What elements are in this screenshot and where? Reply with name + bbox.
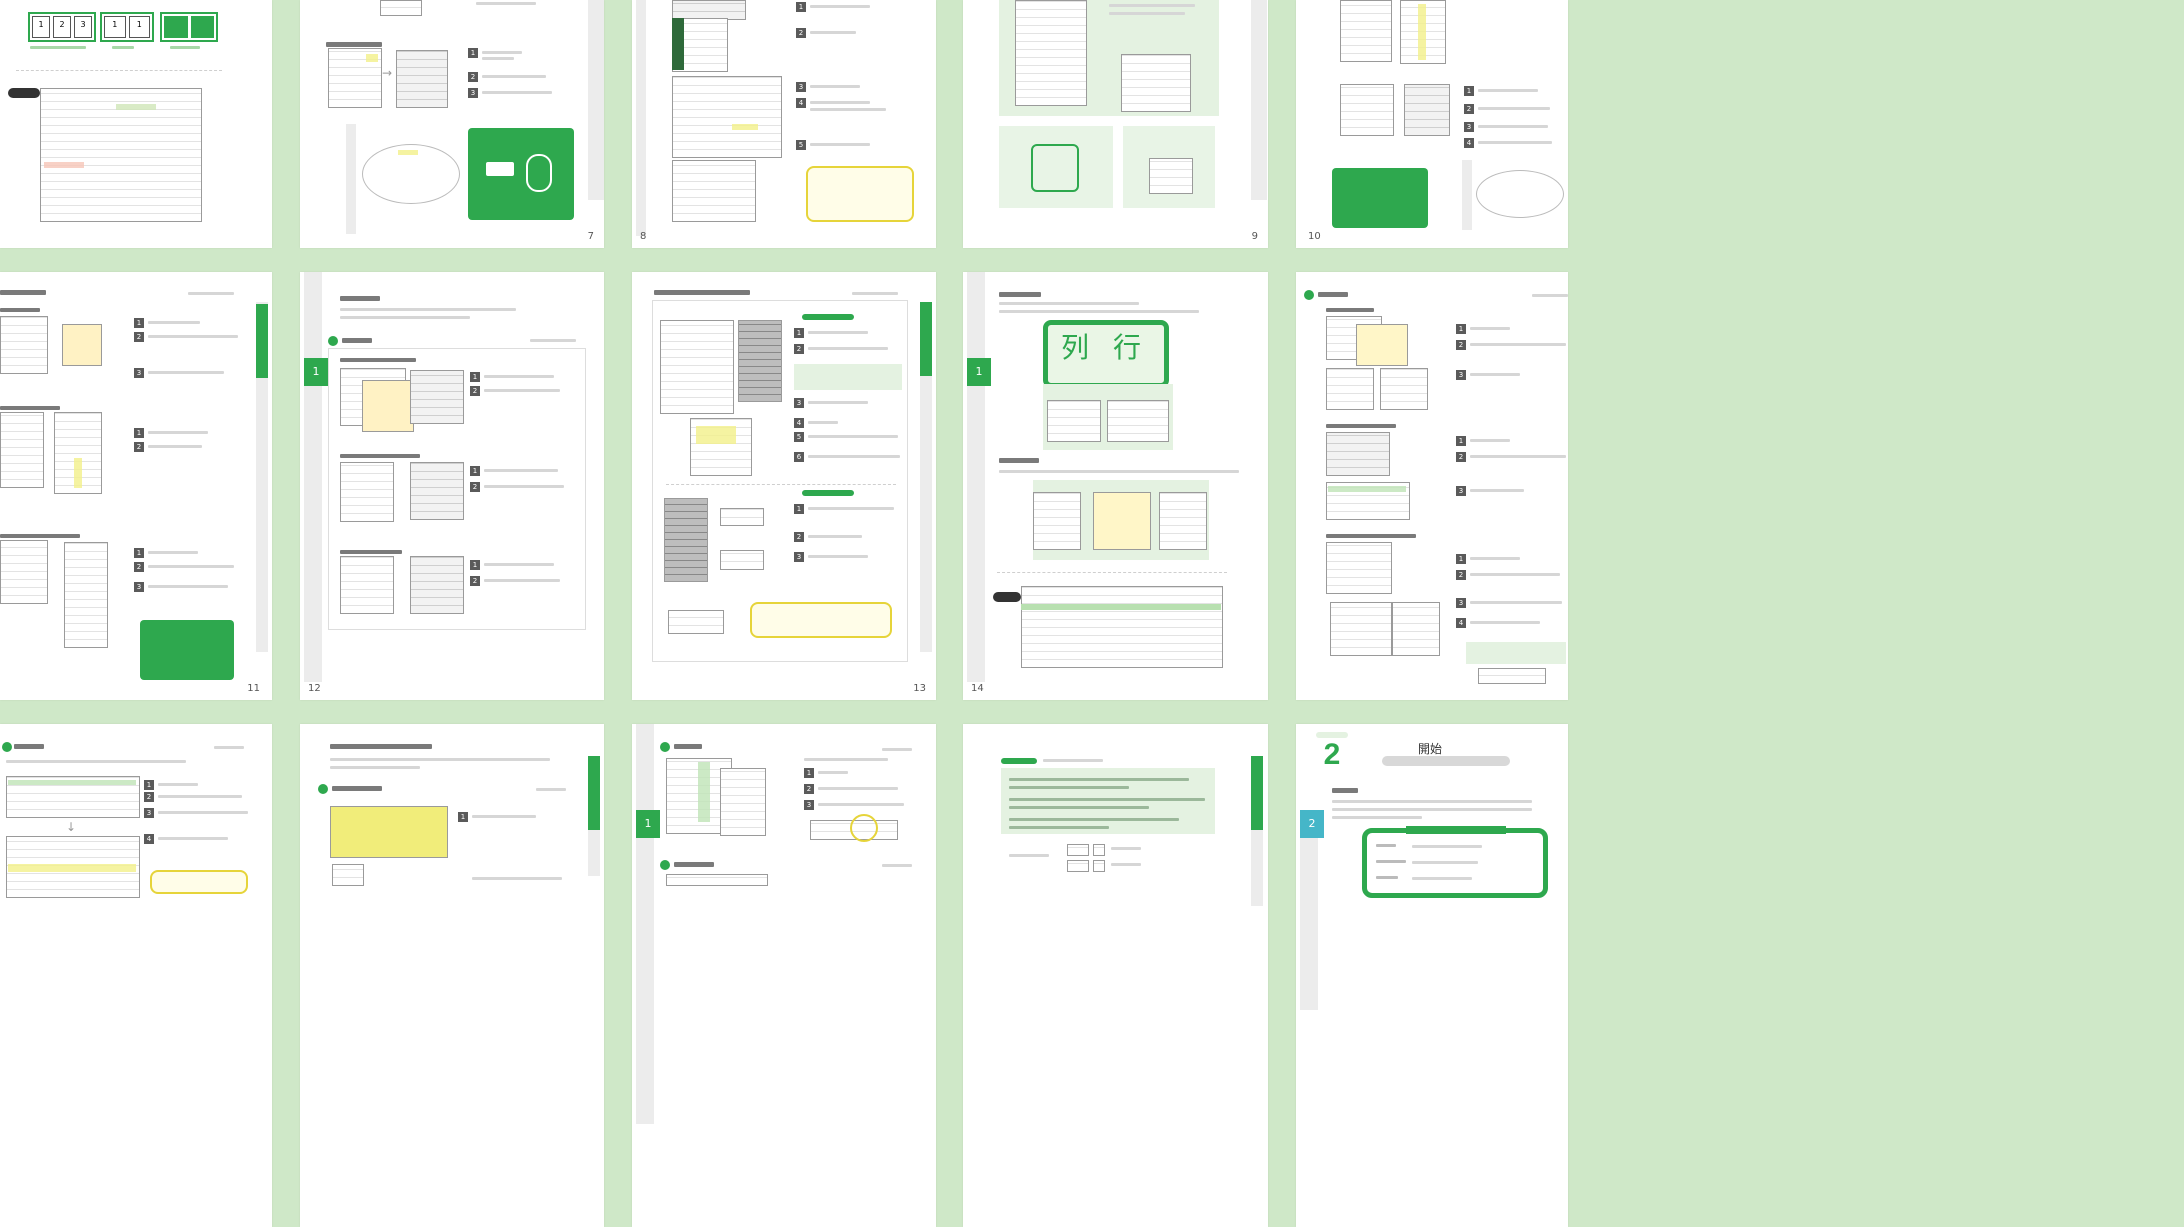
cell-group-2: 1 1 [100,12,154,42]
page-12: 1 1 2 1 2 1 2 12 [300,272,604,700]
page-9: 9 [963,0,1268,248]
page-number: 7 [587,231,594,242]
page-20: 2 開始 2 [1296,724,1568,1227]
arrow-right-icon: → [382,66,393,80]
ribbon-screenshot [672,0,746,20]
chapter-heading: 開始 [1418,742,1443,756]
page-13: 1 2 3 4 5 6 1 2 3 13 [632,272,936,700]
cell: 1 [32,16,50,38]
page-number: 8 [640,231,647,242]
shortcut-box [1332,168,1428,228]
page-19 [963,724,1268,1227]
ribbon-gallery-screenshot [1015,0,1087,106]
row-char: 行 [1113,331,1142,364]
cell: 1 [128,16,150,38]
zoom-circle-icon [850,814,878,842]
page-6: 1 2 3 1 1 [0,0,272,248]
section-tab: 1 [636,810,660,838]
data-table-screenshot [1021,586,1223,668]
section-tab: 2 [1300,810,1324,838]
page-number: 14 [971,683,984,694]
page-11: 1 2 3 1 2 1 2 3 11 [0,272,272,700]
hint-box [468,128,574,220]
dialog-screenshot [672,76,782,158]
page-7: → 1 2 3 7 [300,0,604,248]
page-8: 1 2 3 4 5 8 [632,0,936,248]
section-badge: 2 [1316,732,1348,776]
tip-box [806,166,914,222]
page-number: 11 [247,683,260,694]
diagram-icon [1031,144,1079,192]
highlighted-table-screenshot [330,806,448,858]
cell-group-1: 1 2 3 [28,12,96,42]
table-screenshot-right [396,50,448,108]
column-char: 列 [1061,331,1090,364]
page-number: 9 [1251,231,1258,242]
cell: 3 [74,16,92,38]
example-tag [8,88,40,98]
page-18: 1 1 2 3 [632,724,936,1227]
cell: 1 [104,16,126,38]
section-badge-number: 2 [1323,738,1341,771]
section-tab: 1 [967,358,991,386]
page-15: 1 2 3 1 2 3 1 2 3 4 [1296,272,1568,700]
page-number: 10 [1308,231,1321,242]
page-10: 1 2 3 4 10 [1296,0,1568,248]
cell: 2 [53,16,71,38]
page-14: 1 列 行 14 [963,272,1268,700]
cell-group-3 [160,12,218,42]
page-17: 1 [300,724,604,1227]
section-tab: 1 [304,358,328,386]
page-16: 1 2 3 4 ↓ [0,724,272,1227]
page-number: 12 [308,683,321,694]
page-number: 13 [913,683,926,694]
mouse-icon [526,154,552,192]
